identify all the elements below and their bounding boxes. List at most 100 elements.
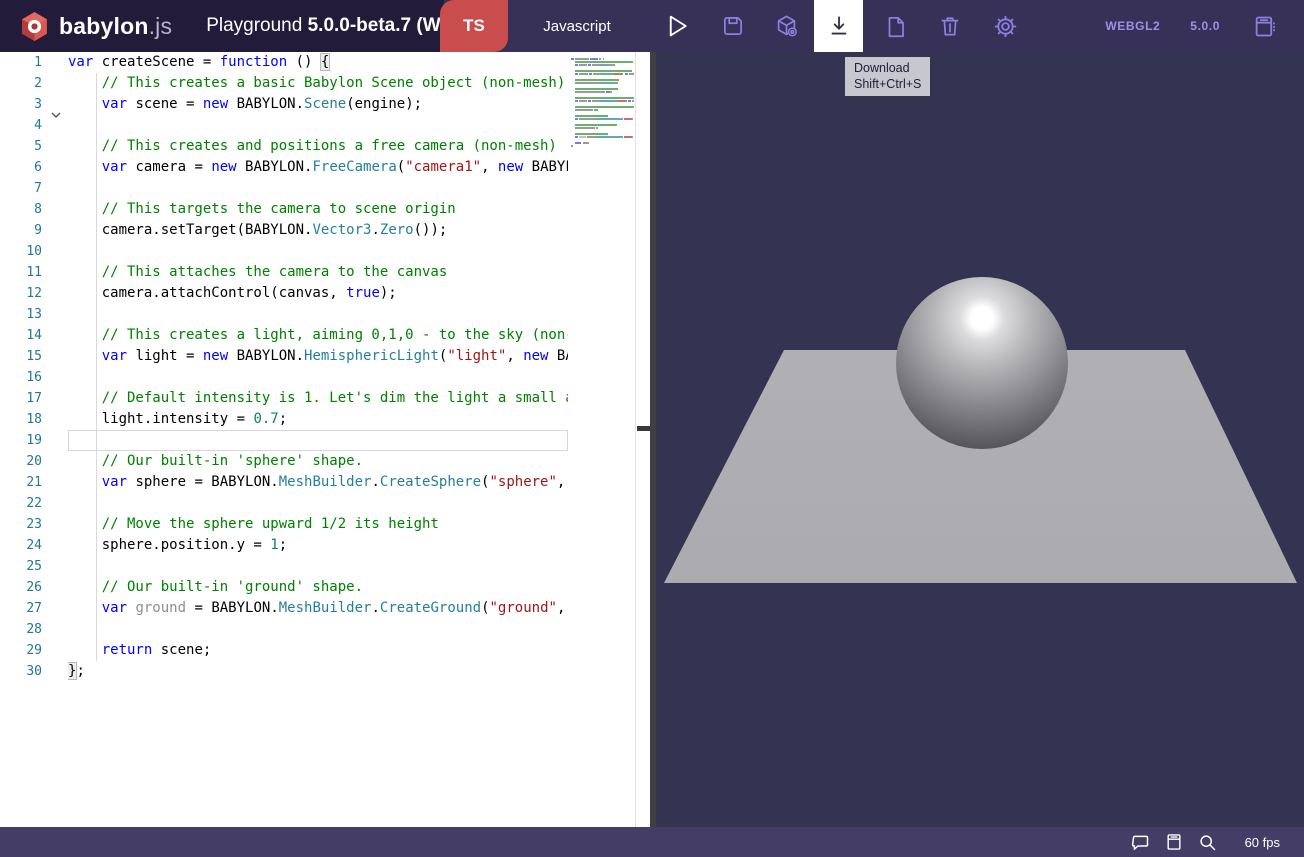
code-line[interactable]: 3 var scene = new BABYLON.Scene(engine);	[0, 94, 568, 115]
split-grip-icon	[637, 426, 650, 431]
line-number: 4	[0, 115, 42, 136]
code-line[interactable]: 6 var camera = new BABYLON.FreeCamera("c…	[0, 157, 568, 178]
code-line[interactable]: 15 var light = new BABYLON.HemisphericLi…	[0, 346, 568, 367]
code-line[interactable]: 5 // This creates and positions a free c…	[0, 136, 568, 157]
examples-button[interactable]	[1242, 0, 1286, 52]
save-icon	[720, 13, 746, 39]
babylon-logo-icon[interactable]	[18, 10, 51, 43]
line-number: 12	[0, 283, 42, 304]
download-button[interactable]	[814, 0, 863, 52]
language-select-button[interactable]: Javascript	[508, 0, 646, 52]
line-number: 9	[0, 220, 42, 241]
code-line[interactable]: 14 // This creates a light, aiming 0,1,0…	[0, 325, 568, 346]
line-number: 17	[0, 388, 42, 409]
search-icon	[1197, 832, 1218, 853]
line-number: 27	[0, 598, 42, 619]
line-number: 24	[0, 535, 42, 556]
code-line[interactable]: 12 camera.attachControl(canvas, true);	[0, 283, 568, 304]
line-number: 14	[0, 325, 42, 346]
line-number: 1	[0, 52, 42, 73]
line-number: 20	[0, 451, 42, 472]
engine-label: WEBGL2	[1105, 19, 1160, 33]
render-canvas[interactable]	[656, 52, 1304, 827]
sphere-mesh	[896, 277, 1068, 449]
code-line[interactable]: 28	[0, 619, 568, 640]
inspector-icon	[773, 13, 800, 40]
code-line[interactable]: 13	[0, 304, 568, 325]
code-line[interactable]: 21 var sphere = BABYLON.MeshBuilder.Crea…	[0, 472, 568, 493]
engine-info: WEBGL2 5.0.0	[1105, 0, 1220, 52]
code-line[interactable]: 18 light.intensity = 0.7;	[0, 409, 568, 430]
minimap[interactable]	[568, 52, 636, 827]
code-line[interactable]: 4	[0, 115, 568, 136]
code-line[interactable]: 27 var ground = BABYLON.MeshBuilder.Crea…	[0, 598, 568, 619]
clear-button[interactable]	[928, 0, 972, 52]
play-icon	[662, 11, 692, 41]
inspector-button[interactable]	[764, 0, 808, 52]
code-editor[interactable]: 1var createScene = function () {2 // Thi…	[0, 52, 656, 827]
engine-version: 5.0.0	[1190, 19, 1220, 33]
line-number: 6	[0, 157, 42, 178]
line-number: 29	[0, 640, 42, 661]
line-number: 16	[0, 367, 42, 388]
tooltip-line2: Shift+Ctrl+S	[854, 76, 921, 92]
line-number: 8	[0, 199, 42, 220]
line-number: 22	[0, 493, 42, 514]
code-line[interactable]: 22	[0, 493, 568, 514]
minimap-content	[568, 52, 635, 148]
header: babylon.js Playground 5.0.0-beta.7 (WebG…	[0, 0, 1304, 52]
trash-icon	[937, 13, 963, 39]
fps-counter: 60 fps	[1245, 835, 1280, 850]
line-number: 26	[0, 577, 42, 598]
code-line[interactable]: 11 // This attaches the camera to the ca…	[0, 262, 568, 283]
line-number: 3	[0, 94, 42, 115]
comment-button[interactable]	[1130, 832, 1151, 853]
docs-button[interactable]	[1164, 832, 1184, 852]
code-line[interactable]: 19	[0, 430, 568, 451]
code-line[interactable]: 26 // Our built-in 'ground' shape.	[0, 577, 568, 598]
download-tooltip: Download Shift+Ctrl+S	[845, 57, 930, 96]
code-line[interactable]: 29 return scene;	[0, 640, 568, 661]
code-line[interactable]: 2 // This creates a basic Babylon Scene …	[0, 73, 568, 94]
comment-icon	[1130, 832, 1151, 853]
code-line[interactable]: 24 sphere.position.y = 1;	[0, 535, 568, 556]
code-line[interactable]: 17 // Default intensity is 1. Let's dim …	[0, 388, 568, 409]
code-line[interactable]: 10	[0, 241, 568, 262]
code-line[interactable]: 1var createScene = function () {	[0, 52, 568, 73]
save-button[interactable]	[711, 0, 755, 52]
code-line[interactable]: 9 camera.setTarget(BABYLON.Vector3.Zero(…	[0, 220, 568, 241]
line-number: 23	[0, 514, 42, 535]
code-line[interactable]: 25	[0, 556, 568, 577]
code-line[interactable]: 20 // Our built-in 'sphere' shape.	[0, 451, 568, 472]
download-icon	[826, 13, 852, 39]
brand-title[interactable]: babylon.js	[59, 13, 172, 40]
run-button[interactable]	[655, 0, 699, 52]
line-number: 21	[0, 472, 42, 493]
line-number: 28	[0, 619, 42, 640]
line-number: 5	[0, 136, 42, 157]
fold-chevron-icon[interactable]	[50, 108, 62, 120]
line-number: 25	[0, 556, 42, 577]
line-number: 2	[0, 73, 42, 94]
line-number: 19	[0, 430, 42, 451]
new-button[interactable]	[874, 0, 918, 52]
code-line[interactable]: 8 // This targets the camera to scene or…	[0, 199, 568, 220]
code-line[interactable]: 23 // Move the sphere upward 1/2 its hei…	[0, 514, 568, 535]
line-number: 10	[0, 241, 42, 262]
line-number: 30	[0, 661, 42, 682]
split-handle[interactable]	[637, 52, 650, 827]
gear-icon	[992, 13, 1019, 40]
search-button[interactable]	[1197, 832, 1218, 853]
typescript-toggle-button[interactable]: TS	[440, 0, 508, 52]
line-number: 18	[0, 409, 42, 430]
code-line[interactable]: 7	[0, 178, 568, 199]
line-number: 15	[0, 346, 42, 367]
code-line[interactable]: 16	[0, 367, 568, 388]
status-bar: 60 fps	[0, 827, 1304, 857]
line-number: 13	[0, 304, 42, 325]
settings-button[interactable]	[983, 0, 1027, 52]
header-brand: babylon.js Playground 5.0.0-beta.7 (WebG…	[0, 0, 444, 52]
code-line[interactable]: 30};	[0, 661, 568, 682]
code-lines: 1var createScene = function () {2 // Thi…	[0, 52, 568, 682]
line-number: 11	[0, 262, 42, 283]
